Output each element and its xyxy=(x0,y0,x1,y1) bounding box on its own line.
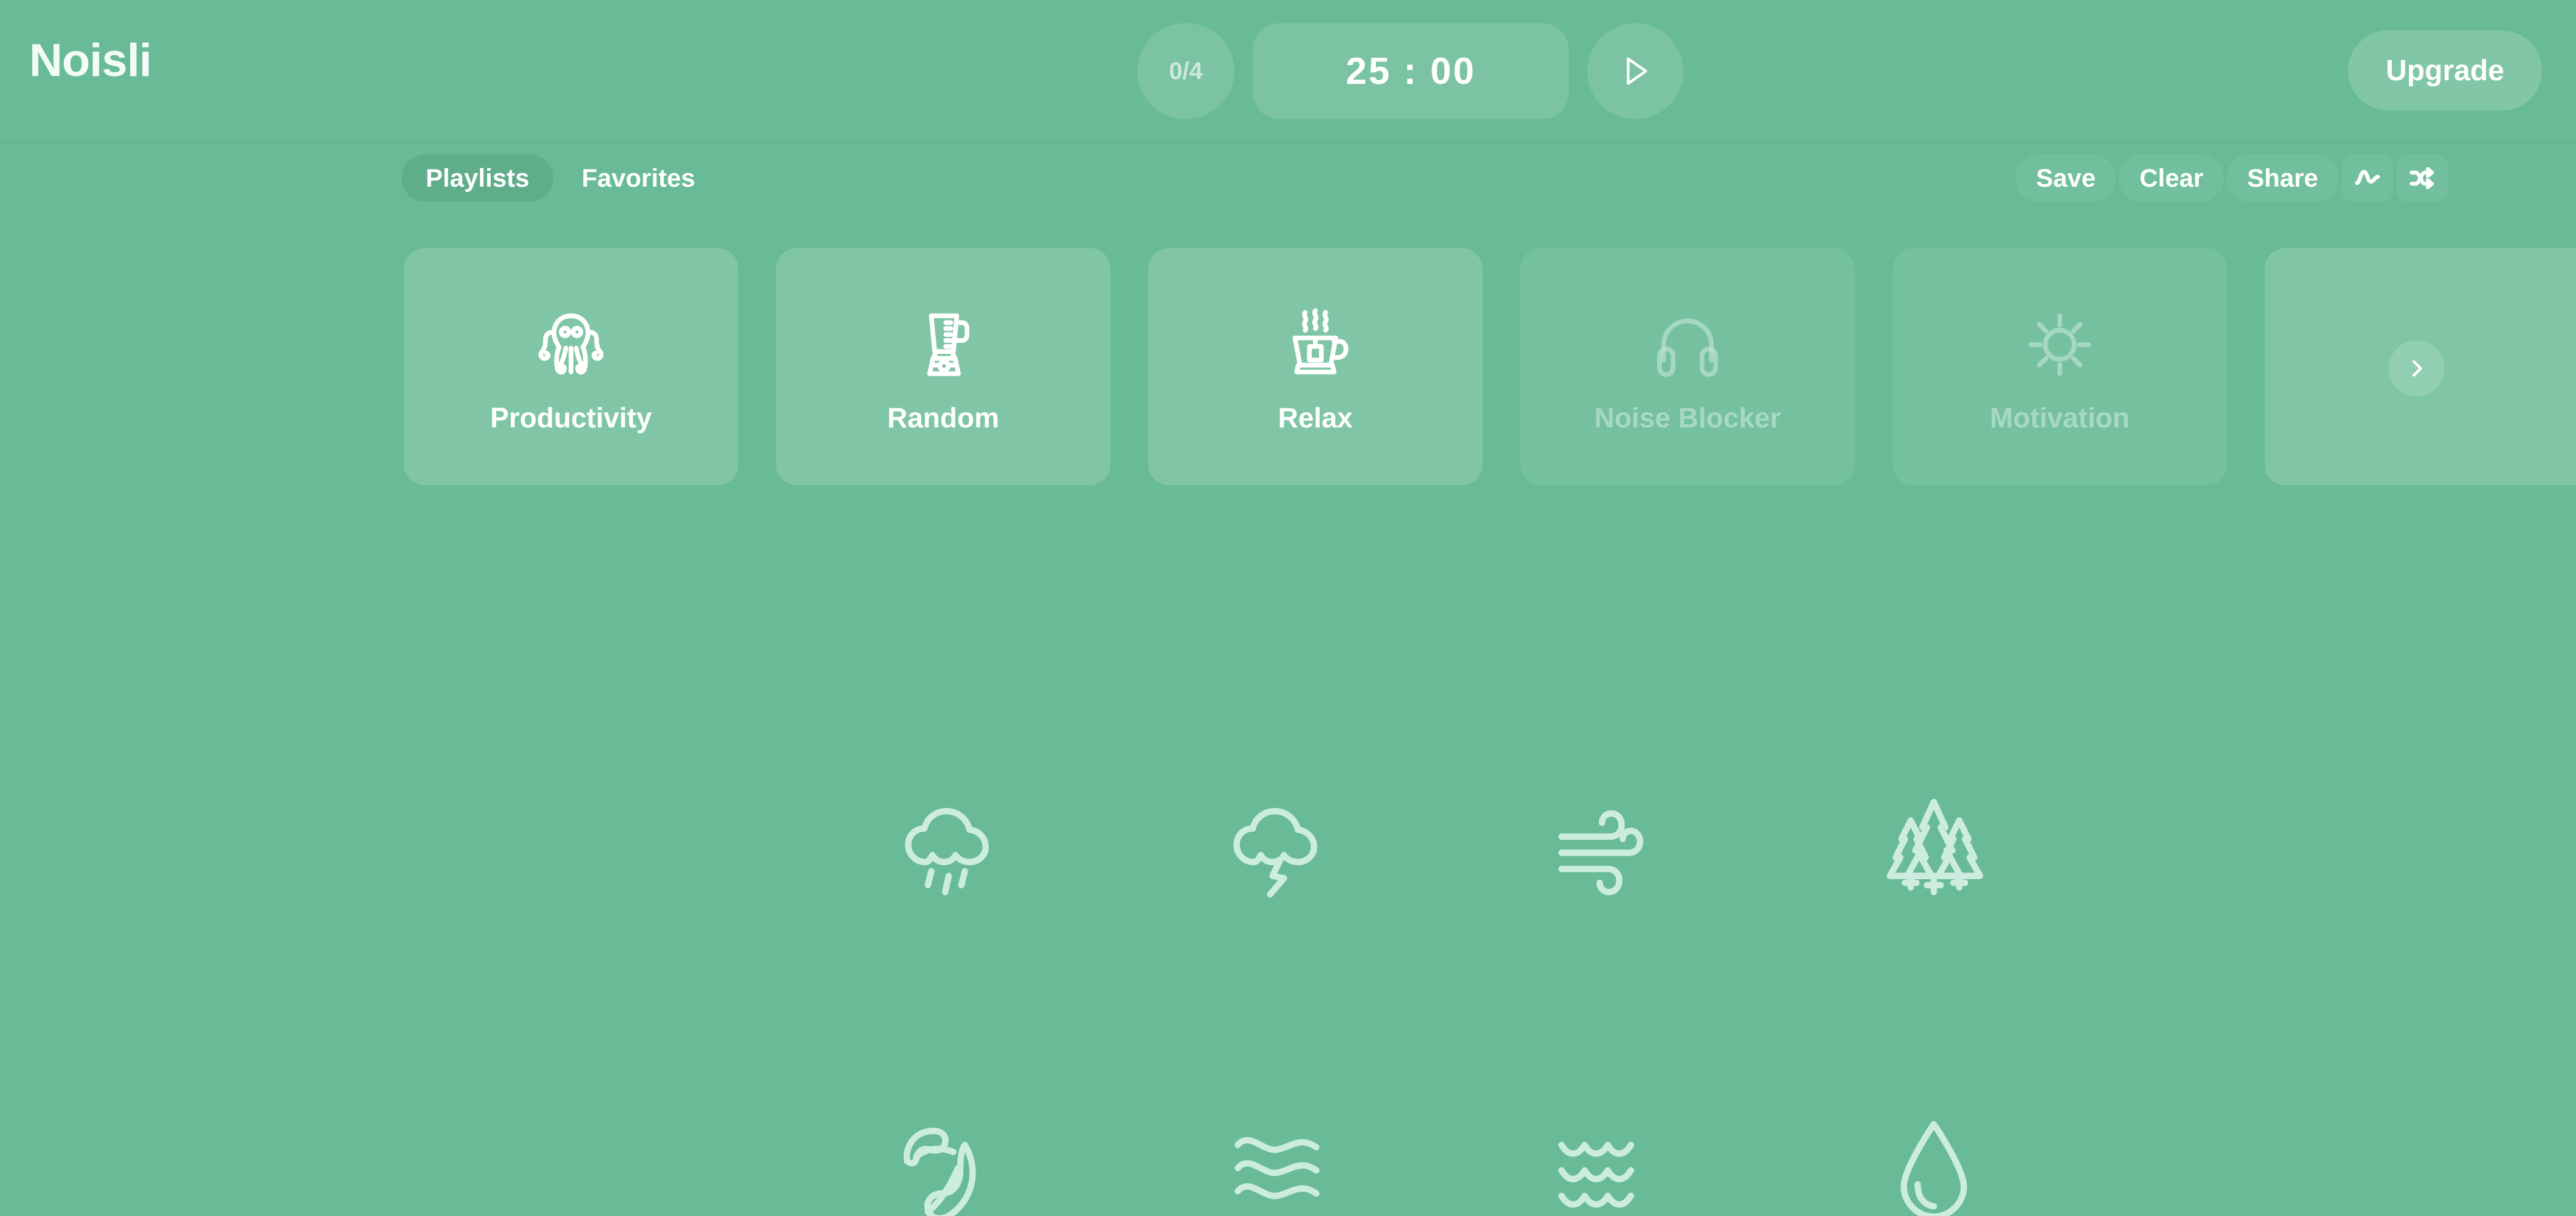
session-counter-text: 0/4 xyxy=(1169,57,1203,85)
sound-button-forest[interactable] xyxy=(1770,687,2098,1009)
tab-favorites[interactable]: Favorites xyxy=(557,154,719,202)
clear-button[interactable]: Clear xyxy=(2119,154,2225,202)
tab-playlists[interactable]: Playlists xyxy=(401,154,554,202)
wind-icon xyxy=(1548,790,1663,906)
pine-trees-icon xyxy=(1876,790,1992,906)
playlist-card-label: Random xyxy=(887,402,999,434)
app-logo: Noisli xyxy=(29,35,152,86)
playlist-carousel[interactable]: Productivity Random Relax Noise Blocker … xyxy=(0,248,2576,485)
blender-icon xyxy=(901,299,986,390)
timer-play-button[interactable] xyxy=(1587,23,1683,119)
playlist-card-label: Relax xyxy=(1278,402,1353,434)
playlist-card-motivation[interactable]: Motivation xyxy=(1892,248,2227,485)
teacup-icon xyxy=(1273,299,1358,390)
app-header: Noisli 0/4 25 : 00 Upgrade xyxy=(0,0,2576,143)
sound-button-water-drop[interactable] xyxy=(1770,1009,2098,1216)
playlist-card-relax[interactable]: Relax xyxy=(1148,248,1483,485)
sound-button-river[interactable] xyxy=(1113,1009,1441,1216)
playlist-card-label: Motivation xyxy=(1990,402,2130,434)
shuffle-icon xyxy=(2408,164,2436,192)
playlist-card-noise-blocker[interactable]: Noise Blocker xyxy=(1520,248,1855,485)
noisli-app: Noisli 0/4 25 : 00 Upgrade Playlists Fav… xyxy=(0,0,2576,1216)
thunderstorm-icon xyxy=(1219,790,1335,906)
playlist-card-random[interactable]: Random xyxy=(776,248,1110,485)
sound-button-wind[interactable] xyxy=(1441,687,1770,1009)
waveform-icon xyxy=(2353,164,2381,192)
rain-cloud-icon xyxy=(891,790,1006,906)
timer-display[interactable]: 25 : 00 xyxy=(1253,23,1569,119)
octopus-icon xyxy=(528,299,614,390)
playlist-track: Productivity Random Relax Noise Blocker … xyxy=(404,248,2576,485)
waveform-button[interactable] xyxy=(2341,154,2394,202)
water-drop-icon xyxy=(1876,1113,1992,1216)
wavy-lines-icon xyxy=(1219,1113,1335,1216)
leaves-icon xyxy=(891,1113,1006,1216)
timer-time-text: 25 : 00 xyxy=(1345,50,1477,92)
sound-button-water[interactable] xyxy=(1441,1009,1770,1216)
water-waves-icon xyxy=(1548,1113,1663,1216)
playlist-next-button[interactable] xyxy=(2389,340,2445,396)
toolbar-actions: Save Clear Share xyxy=(2015,154,2448,202)
session-counter-badge[interactable]: 0/4 xyxy=(1137,23,1234,119)
save-button[interactable]: Save xyxy=(2015,154,2117,202)
share-button[interactable]: Share xyxy=(2226,154,2339,202)
sound-button-rain[interactable] xyxy=(784,687,1113,1009)
playlist-card-productivity[interactable]: Productivity xyxy=(404,248,738,485)
chevron-right-icon xyxy=(2405,357,2428,380)
sound-grid xyxy=(784,687,2098,1216)
pomodoro-timer: 0/4 25 : 00 xyxy=(1137,23,1683,119)
playlist-card-label: Noise Blocker xyxy=(1594,402,1781,434)
upgrade-button[interactable]: Upgrade xyxy=(2348,30,2542,111)
sun-icon xyxy=(2017,299,2102,390)
play-icon xyxy=(1618,54,1653,89)
tab-group: Playlists Favorites xyxy=(401,154,719,202)
headphones-icon xyxy=(1645,299,1730,390)
sound-button-thunder[interactable] xyxy=(1113,687,1441,1009)
sound-button-leaves[interactable] xyxy=(784,1009,1113,1216)
playlist-card-label: Productivity xyxy=(490,402,652,434)
playlist-toolbar: Playlists Favorites Save Clear Share xyxy=(0,143,2576,223)
shuffle-button[interactable] xyxy=(2396,154,2448,202)
